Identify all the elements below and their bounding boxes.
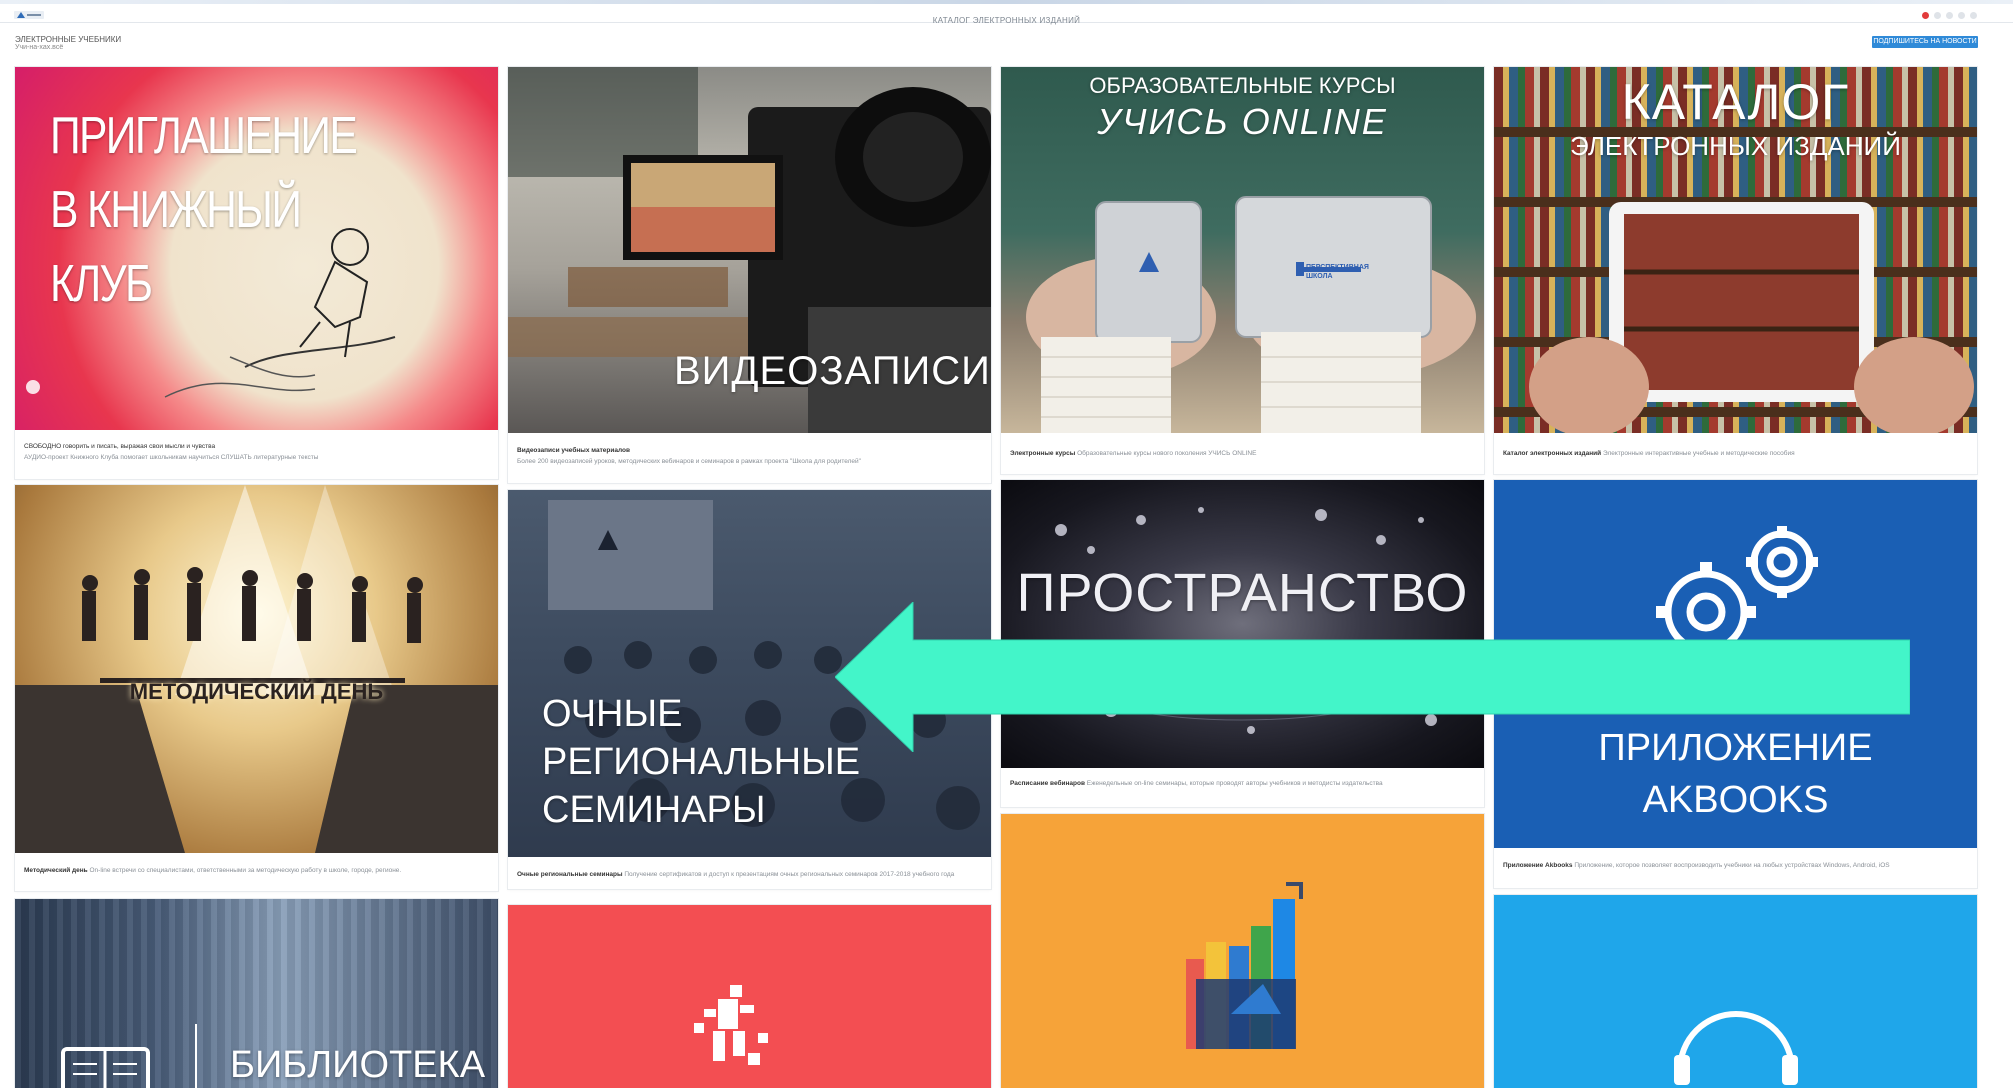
section-title: ЭЛЕКТРОННЫЕ УЧЕБНИКИ xyxy=(15,35,122,44)
caption-bold: Расписание вебинаров xyxy=(1010,780,1085,787)
card-methodical-day[interactable]: МЕТОДИЧЕСКИЙ ДЕНЬ Методический день On-l… xyxy=(15,485,498,891)
flag-icon-ru[interactable] xyxy=(1922,12,1929,19)
left-arrow-icon xyxy=(835,602,1910,752)
book-club-image: ПРИГЛАШЕНИЕ В КНИЖНЫЙ КЛУБ xyxy=(15,67,498,430)
caption-line-2: Более 200 видеозаписей уроков, методичес… xyxy=(517,458,861,465)
caption-text: Приложение, которое позволяет воспроизво… xyxy=(1574,862,1890,869)
regional-seminars-line-2: РЕГИОНАЛЬНЫЕ xyxy=(542,741,861,783)
top-bar: КАТАЛОГ ЭЛЕКТРОННЫХ ИЗДАНИЙ xyxy=(0,0,2013,25)
card-caption: Приложение Akbooks Приложение, которое п… xyxy=(1503,860,1968,871)
caption-text: Образовательные курсы нового поколения У… xyxy=(1077,450,1257,457)
card-orange-chart[interactable] xyxy=(1001,814,1484,1088)
card-online-courses[interactable]: ОБРАЗОВАТЕЛЬНЫЕ КУРСЫ УЧИСЬ ONLINE ПЕРСП… xyxy=(1001,67,1484,474)
walking-people-icon xyxy=(15,485,498,853)
card-caption: Очные региональные семинары Получение се… xyxy=(517,869,982,880)
caption-text: On-line встречи со специалистами, ответс… xyxy=(89,867,402,874)
flag-icon-kz[interactable] xyxy=(1946,12,1953,19)
regional-seminars-line-3: СЕМИНАРЫ xyxy=(542,789,766,831)
flag-icon-en[interactable] xyxy=(1934,12,1941,19)
library-title: БИБЛИОТЕКА xyxy=(230,1044,486,1086)
flag-icon-de[interactable] xyxy=(1958,12,1965,19)
caption-line-2: АУДИО-проект Книжного Клуба помогает шко… xyxy=(24,454,319,461)
caption-text: Еженедельные on-line семинары, которые п… xyxy=(1086,780,1383,787)
caption-bold: Методический день xyxy=(24,867,88,874)
catalog-subtitle: ЭЛЕКТРОННЫХ ИЗДАНИЙ xyxy=(1570,131,1901,161)
online-courses-title: УЧИСЬ ONLINE xyxy=(1097,101,1388,142)
caption-line-1: Видеозаписи учебных материалов xyxy=(517,447,630,454)
card-light-blue-support[interactable] xyxy=(1494,895,1977,1088)
subscribe-button[interactable]: ПОДПИШИТЕСЬ НА НОВОСТИ xyxy=(1872,36,1978,48)
caption-text: Получение сертификатов и доступ к презен… xyxy=(624,871,955,878)
caption-bold: Очные региональные семинары xyxy=(517,871,623,878)
headphones-icon xyxy=(1674,1011,1798,1085)
regional-seminars-line-1: ОЧНЫЕ xyxy=(542,693,683,735)
tablet-brand-label: ПЕРСПЕКТИВНАЯ ШКОЛА xyxy=(1306,264,1369,280)
caption-bold: Каталог электронных изданий xyxy=(1503,450,1602,457)
caption-text: Электронные интерактивные учебные и мето… xyxy=(1602,450,1795,457)
card-red-runner[interactable] xyxy=(508,905,991,1088)
language-switcher xyxy=(1922,12,1977,19)
book-club-title-line-3: КЛУБ xyxy=(50,255,153,313)
section-subtitle: Учи-на-хах.всё xyxy=(15,44,64,51)
orange-chart-image xyxy=(1001,814,1484,1088)
support-image xyxy=(1494,895,1977,1088)
card-caption: СВОБОДНО говорить и писать, выражая свои… xyxy=(24,441,489,463)
caption-bold: Электронные курсы xyxy=(1010,450,1076,457)
card-video-recordings[interactable]: ВИДЕОЗАПИСИ Видеозаписи учебных материал… xyxy=(508,67,991,483)
growth-chart-icon xyxy=(1186,882,1303,1049)
card-caption: Методический день On-line встречи со спе… xyxy=(24,865,489,876)
flag-icon-fr[interactable] xyxy=(1970,12,1977,19)
video-recordings-title: ВИДЕОЗАПИСИ xyxy=(674,349,991,393)
caption-bold: Приложение Akbooks xyxy=(1503,862,1573,869)
card-library[interactable]: БИБЛИОТЕКА xyxy=(15,899,498,1088)
card-caption: Видеозаписи учебных материалов Более 200… xyxy=(517,445,982,467)
top-nav[interactable]: КАТАЛОГ ЭЛЕКТРОННЫХ ИЗДАНИЙ xyxy=(0,16,2013,25)
methodical-day-title: МЕТОДИЧЕСКИЙ ДЕНЬ xyxy=(129,679,384,704)
online-courses-image: ОБРАЗОВАТЕЛЬНЫЕ КУРСЫ УЧИСЬ ONLINE ПЕРСП… xyxy=(1001,67,1484,433)
card-book-club[interactable]: ПРИГЛАШЕНИЕ В КНИЖНЫЙ КЛУБ СВОБОДНО гово… xyxy=(15,67,498,479)
book-club-title-line-2: В КНИЖНЫЙ xyxy=(50,181,302,239)
library-image: БИБЛИОТЕКА xyxy=(15,899,498,1088)
catalog-title: КАТАЛОГ xyxy=(1621,74,1850,130)
methodical-day-image: МЕТОДИЧЕСКИЙ ДЕНЬ xyxy=(15,485,498,853)
red-runner-image xyxy=(508,905,991,1088)
card-caption: Каталог электронных изданий Электронные … xyxy=(1503,448,1968,459)
online-courses-subtitle: ОБРАЗОВАТЕЛЬНЫЕ КУРСЫ xyxy=(1089,73,1396,98)
video-recordings-image: ВИДЕОЗАПИСИ xyxy=(508,67,991,433)
card-caption: Расписание вебинаров Еженедельные on-lin… xyxy=(1010,778,1475,789)
caption-line-1: СВОБОДНО говорить и писать, выражая свои… xyxy=(24,443,216,450)
catalog-image: КАТАЛОГ ЭЛЕКТРОННЫХ ИЗДАНИЙ xyxy=(1494,67,1977,433)
akbooks-line-2: AKBOOKS xyxy=(1642,779,1829,821)
card-catalog[interactable]: КАТАЛОГ ЭЛЕКТРОННЫХ ИЗДАНИЙ Каталог элек… xyxy=(1494,67,1977,474)
book-club-title-line-1: ПРИГЛАШЕНИЕ xyxy=(50,107,358,165)
card-caption: Электронные курсы Образовательные курсы … xyxy=(1010,448,1475,459)
runner-icon xyxy=(694,985,768,1065)
